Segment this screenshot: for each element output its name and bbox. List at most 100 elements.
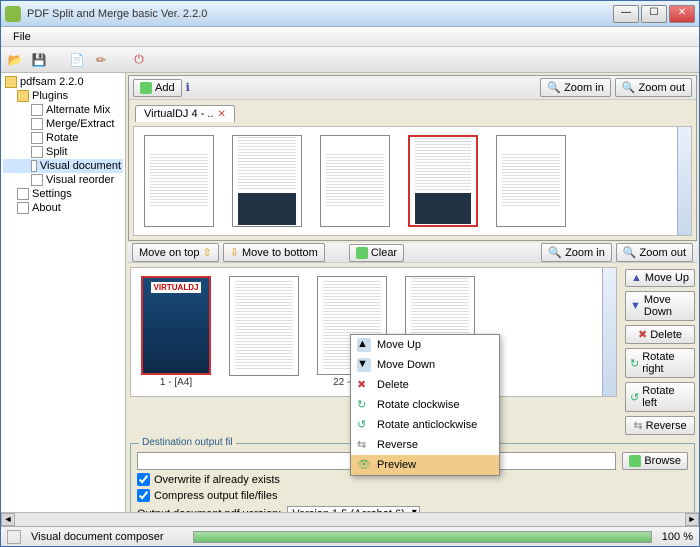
scroll-left-icon[interactable]: ◄ — [1, 513, 15, 526]
tree-item-label: Visual reorder — [46, 174, 114, 186]
rotate-left-label: Rotate left — [642, 385, 690, 409]
move-up-label: Move Up — [645, 272, 689, 284]
reverse-button[interactable]: ⇆Reverse — [625, 416, 695, 435]
rotate-left-icon: ↺ — [630, 391, 639, 404]
source-thumbnails — [133, 126, 692, 236]
tab-close-icon[interactable]: ✕ — [218, 109, 226, 120]
scroll-right-icon[interactable]: ► — [685, 513, 699, 526]
move-on-top-label: Move on top — [139, 247, 200, 259]
delete-icon: ✖ — [638, 328, 647, 341]
thumbnail-caption: 1 - [A4] — [141, 377, 211, 388]
move-on-top-button[interactable]: Move on top⇧ — [132, 243, 219, 262]
document-tab[interactable]: VirtualDJ 4 - ..✕ — [135, 105, 235, 122]
titlebar: PDF Split and Merge basic Ver. 2.2.0 — ☐… — [1, 1, 699, 27]
minimize-button[interactable]: — — [613, 5, 639, 23]
composer-toolbar: Move on top⇧ ⇩Move to bottom Clear 🔍Zoom… — [128, 243, 697, 263]
output-legend: Destination output fil — [139, 437, 236, 448]
ctx-delete-label: Delete — [377, 379, 409, 391]
pdf-version-label: Output document pdf version: — [137, 508, 281, 512]
ctx-rotate-ccw[interactable]: ↺Rotate anticlockwise — [351, 415, 499, 435]
clear-button[interactable]: Clear — [349, 244, 404, 262]
toolbar-save-icon[interactable]: 💾 — [29, 50, 49, 70]
add-button-label: Add — [155, 82, 175, 94]
sidebar-horizontal-scrollbar[interactable]: ◄ ► — [1, 512, 699, 526]
rotate-ccw-icon: ↺ — [357, 418, 371, 432]
thumbnail[interactable] — [232, 135, 302, 227]
arrow-up-icon: ⇧ — [203, 246, 212, 259]
toolbar-clear-icon[interactable]: ✏ — [91, 50, 111, 70]
rotate-right-icon: ↻ — [630, 357, 639, 370]
zoom-out-icon: 🔍 — [622, 81, 636, 94]
tree-item-label: Rotate — [46, 132, 78, 144]
statusbar: Visual document composer 100 % — [1, 526, 699, 546]
ctx-reverse-label: Reverse — [377, 439, 418, 451]
tree-root[interactable]: pdfsam 2.2.0 — [3, 75, 123, 89]
toolbar-log-icon[interactable]: 📄 — [67, 50, 87, 70]
window-title: PDF Split and Merge basic Ver. 2.2.0 — [27, 8, 613, 20]
progress-bar — [193, 531, 651, 543]
tree-plugins[interactable]: Plugins — [3, 89, 123, 103]
delete-label: Delete — [650, 329, 682, 341]
ctx-rotate-cw[interactable]: ↻Rotate clockwise — [351, 395, 499, 415]
arrow-down-icon: ⇩ — [230, 246, 239, 259]
thumbnail[interactable] — [144, 135, 214, 227]
overwrite-checkbox-input[interactable] — [137, 473, 150, 486]
zoom-out-button[interactable]: 🔍Zoom out — [615, 78, 692, 97]
compress-checkbox[interactable]: Compress output file/files — [137, 489, 688, 502]
thumbnail[interactable] — [320, 135, 390, 227]
zoom-in-label: Zoom in — [564, 82, 604, 94]
zoom-in-button-2[interactable]: 🔍Zoom in — [541, 243, 611, 262]
rotate-cw-icon: ↻ — [357, 398, 371, 412]
ctx-reverse[interactable]: ⇆Reverse — [351, 435, 499, 455]
zoom-in-label-2: Zoom in — [565, 247, 605, 259]
thumbnail-selected[interactable] — [408, 135, 478, 227]
rotate-right-button[interactable]: ↻Rotate right — [625, 348, 695, 378]
add-icon — [140, 82, 152, 94]
ctx-delete[interactable]: ✖ Delete — [351, 375, 499, 395]
vertical-scrollbar[interactable] — [602, 268, 616, 396]
ctx-move-up[interactable]: ▲Move Up — [351, 335, 499, 355]
tree-item-merge-extract[interactable]: Merge/Extract — [3, 117, 123, 131]
browse-button[interactable]: Browse — [622, 452, 688, 470]
delete-icon: ✖ — [357, 378, 371, 392]
tree-item-rotate[interactable]: Rotate — [3, 131, 123, 145]
toolbar-open-icon[interactable]: 📂 — [5, 50, 25, 70]
arrow-down-icon: ▼ — [357, 358, 371, 372]
tree-item-label: Merge/Extract — [46, 118, 114, 130]
tree-about[interactable]: About — [3, 201, 123, 215]
tree-item-split[interactable]: Split — [3, 145, 123, 159]
ctx-preview[interactable]: 👁Preview — [351, 455, 499, 475]
zoom-in-button[interactable]: 🔍Zoom in — [540, 78, 610, 97]
add-button[interactable]: Add — [133, 79, 182, 97]
composer-thumbnail[interactable] — [229, 276, 299, 376]
arrow-up-icon: ▲ — [631, 272, 642, 284]
vertical-scrollbar[interactable] — [677, 127, 691, 235]
move-down-button[interactable]: ▼Move Down — [625, 291, 695, 321]
thumbnail[interactable] — [496, 135, 566, 227]
compress-checkbox-input[interactable] — [137, 489, 150, 502]
composer-thumbnail-selected[interactable]: VIRTUALDJ — [141, 276, 211, 375]
move-to-bottom-label: Move to bottom — [242, 247, 318, 259]
tree-item-visual-reorder[interactable]: Visual reorder — [3, 173, 123, 187]
source-toolbar: Add ℹ 🔍Zoom in 🔍Zoom out — [129, 76, 696, 100]
tree-settings[interactable]: Settings — [3, 187, 123, 201]
arrow-down-icon: ▼ — [630, 300, 641, 312]
rotate-left-button[interactable]: ↺Rotate left — [625, 382, 695, 412]
status-label: Visual document composer — [31, 531, 163, 543]
zoom-out-button-2[interactable]: 🔍Zoom out — [616, 243, 693, 262]
props-icon[interactable]: ℹ — [186, 81, 190, 94]
close-button[interactable]: ✕ — [669, 5, 695, 23]
move-up-button[interactable]: ▲Move Up — [625, 269, 695, 287]
pdf-version-select[interactable]: Version 1.5 (Acrobat 6) — [287, 506, 420, 512]
menu-file[interactable]: File — [7, 29, 37, 45]
ctx-move-down[interactable]: ▼Move Down — [351, 355, 499, 375]
zoom-in-icon: 🔍 — [548, 246, 562, 259]
tree-item-visual-document[interactable]: Visual document — [3, 159, 123, 173]
delete-button[interactable]: ✖Delete — [625, 325, 695, 344]
move-to-bottom-button[interactable]: ⇩Move to bottom — [223, 243, 325, 262]
maximize-button[interactable]: ☐ — [641, 5, 667, 23]
tree-item-alternate-mix[interactable]: Alternate Mix — [3, 103, 123, 117]
context-menu: ▲Move Up ▼Move Down ✖ Delete ↻Rotate cloc… — [350, 334, 500, 476]
browse-label: Browse — [644, 455, 681, 467]
toolbar-exit-icon[interactable]: ⏻ — [129, 50, 149, 70]
